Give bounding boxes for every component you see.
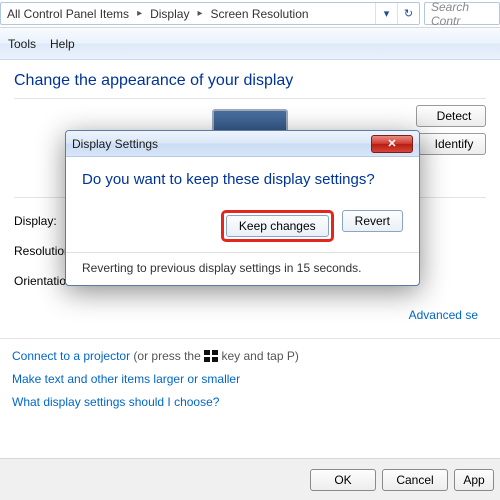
windows-key-icon xyxy=(204,350,218,362)
advanced-settings-link[interactable]: Advanced se xyxy=(14,296,486,338)
chevron-right-icon[interactable]: ▸ xyxy=(135,8,144,19)
footer-links: Connect to a projector (or press the key… xyxy=(0,338,500,419)
keep-changes-button[interactable]: Keep changes xyxy=(226,215,329,237)
what-settings-link[interactable]: What display settings should I choose? xyxy=(12,395,219,409)
display-settings-dialog: Display Settings ✕ Do you want to keep t… xyxy=(65,130,420,286)
highlight-ring: Keep changes xyxy=(221,210,334,242)
divider xyxy=(66,252,419,253)
search-input[interactable]: Search Contr xyxy=(424,2,500,25)
page-title: Change the appearance of your display xyxy=(14,72,486,90)
dialog-heading: Do you want to keep these display settin… xyxy=(82,171,403,188)
revert-countdown-text: Reverting to previous display settings i… xyxy=(82,261,403,275)
projector-link[interactable]: Connect to a projector xyxy=(12,349,130,363)
address-bar: All Control Panel Items ▸ Display ▸ Scre… xyxy=(0,0,500,28)
detect-button[interactable]: Detect xyxy=(416,105,486,127)
text-size-link[interactable]: Make text and other items larger or smal… xyxy=(12,372,240,386)
apply-button[interactable]: App xyxy=(454,469,494,491)
menu-bar: Tools Help xyxy=(0,28,500,60)
dialog-title: Display Settings xyxy=(72,137,371,151)
bottom-button-bar: OK Cancel App xyxy=(0,458,500,500)
refresh-icon[interactable]: ↻ xyxy=(397,3,419,24)
chevron-right-icon[interactable]: ▸ xyxy=(195,8,204,19)
revert-button[interactable]: Revert xyxy=(342,210,403,232)
close-icon[interactable]: ✕ xyxy=(371,135,413,153)
dropdown-arrow-icon[interactable]: ▾ xyxy=(375,3,397,24)
dialog-titlebar[interactable]: Display Settings ✕ xyxy=(66,131,419,157)
identify-button[interactable]: Identify xyxy=(416,133,486,155)
crumb-all-items[interactable]: All Control Panel Items xyxy=(1,3,135,24)
ok-button[interactable]: OK xyxy=(310,469,376,491)
menu-help[interactable]: Help xyxy=(50,37,75,51)
breadcrumb[interactable]: All Control Panel Items ▸ Display ▸ Scre… xyxy=(0,2,420,25)
projector-hint-1: (or press the xyxy=(133,349,204,363)
cancel-button[interactable]: Cancel xyxy=(382,469,448,491)
menu-tools[interactable]: Tools xyxy=(8,37,36,51)
crumb-display[interactable]: Display xyxy=(144,3,195,24)
divider xyxy=(14,98,486,99)
projector-hint-2: key and tap P) xyxy=(221,349,298,363)
crumb-screen-resolution[interactable]: Screen Resolution xyxy=(204,3,314,24)
